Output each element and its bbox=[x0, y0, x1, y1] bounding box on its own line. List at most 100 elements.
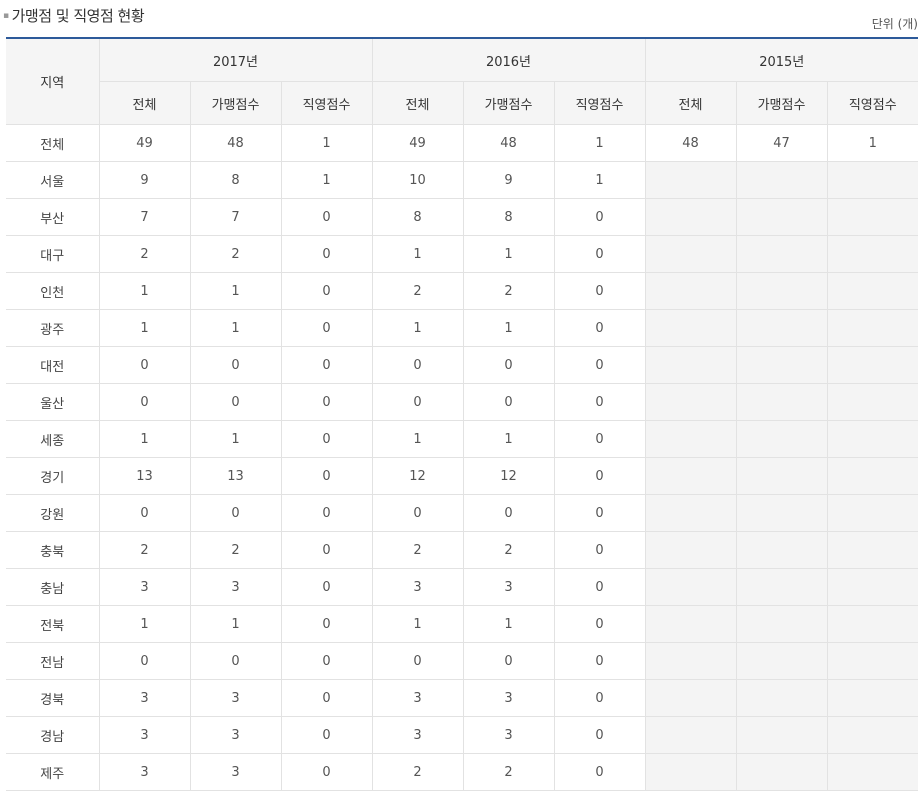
value-cell: 0 bbox=[553, 383, 646, 421]
value-cell bbox=[644, 753, 737, 791]
value-cell: 12 bbox=[371, 457, 464, 495]
sub-header: 전체 bbox=[99, 81, 191, 125]
value-cell bbox=[644, 161, 737, 199]
value-cell: 0 bbox=[280, 531, 373, 569]
value-cell: 3 bbox=[98, 679, 191, 717]
value-cell: 0 bbox=[280, 716, 373, 754]
value-cell: 0 bbox=[98, 383, 191, 421]
sub-header: 직영점수 bbox=[280, 81, 373, 125]
value-cell bbox=[735, 420, 828, 458]
value-cell: 0 bbox=[280, 272, 373, 310]
page-title-text: 가맹점 및 직영점 현황 bbox=[11, 7, 145, 25]
value-cell: 0 bbox=[189, 642, 282, 680]
value-cell: 3 bbox=[98, 568, 191, 606]
region-cell: 경기 bbox=[6, 457, 100, 495]
table-row: 세종 1 1 0 1 1 0 bbox=[6, 420, 918, 458]
table-row: 인천 1 1 0 2 2 0 bbox=[6, 272, 918, 310]
value-cell: 1 bbox=[189, 420, 282, 458]
region-cell: 전북 bbox=[6, 605, 100, 643]
table-row: 경기 13 13 0 12 12 0 bbox=[6, 457, 918, 495]
value-cell bbox=[735, 346, 828, 384]
value-cell: 1 bbox=[280, 161, 373, 199]
value-cell bbox=[644, 383, 737, 421]
table-row: 충북 2 2 0 2 2 0 bbox=[6, 531, 918, 569]
table-row: 전남 0 0 0 0 0 0 bbox=[6, 642, 918, 680]
value-cell: 1 bbox=[371, 420, 464, 458]
year-header-row: 지역 2017년 2016년 2015년 bbox=[6, 37, 918, 125]
value-cell: 0 bbox=[462, 642, 555, 680]
region-cell: 서울 bbox=[6, 161, 100, 199]
value-cell bbox=[826, 235, 918, 273]
value-cell: 9 bbox=[462, 161, 555, 199]
value-cell: 13 bbox=[189, 457, 282, 495]
value-cell: 10 bbox=[371, 161, 464, 199]
value-cell: 47 bbox=[735, 124, 828, 162]
value-cell: 2 bbox=[371, 531, 464, 569]
value-cell: 8 bbox=[189, 161, 282, 199]
value-cell bbox=[735, 383, 828, 421]
value-cell: 0 bbox=[280, 346, 373, 384]
value-cell bbox=[826, 272, 918, 310]
year-header-2015: 2015년 bbox=[644, 37, 918, 82]
value-cell: 0 bbox=[280, 494, 373, 532]
value-cell: 8 bbox=[371, 198, 464, 236]
value-cell: 0 bbox=[462, 383, 555, 421]
value-cell: 0 bbox=[462, 494, 555, 532]
value-cell: 0 bbox=[553, 309, 646, 347]
value-cell bbox=[826, 383, 918, 421]
value-cell bbox=[644, 494, 737, 532]
table-row: 전북 1 1 0 1 1 0 bbox=[6, 605, 918, 643]
value-cell: 2 bbox=[371, 753, 464, 791]
value-cell: 1 bbox=[553, 161, 646, 199]
value-cell: 3 bbox=[189, 716, 282, 754]
value-cell bbox=[826, 679, 918, 717]
value-cell bbox=[826, 161, 918, 199]
value-cell: 0 bbox=[189, 383, 282, 421]
value-cell: 0 bbox=[280, 642, 373, 680]
value-cell bbox=[735, 272, 828, 310]
value-cell bbox=[644, 679, 737, 717]
value-cell: 49 bbox=[98, 124, 191, 162]
value-cell bbox=[735, 457, 828, 495]
table-row: 대전 0 0 0 0 0 0 bbox=[6, 346, 918, 384]
value-cell bbox=[735, 198, 828, 236]
value-cell bbox=[826, 494, 918, 532]
value-cell: 48 bbox=[189, 124, 282, 162]
value-cell: 3 bbox=[462, 716, 555, 754]
value-cell: 2 bbox=[462, 753, 555, 791]
value-cell bbox=[826, 642, 918, 680]
table-row: 경북 3 3 0 3 3 0 bbox=[6, 679, 918, 717]
value-cell: 1 bbox=[189, 605, 282, 643]
value-cell: 0 bbox=[280, 235, 373, 273]
value-cell: 12 bbox=[462, 457, 555, 495]
value-cell: 0 bbox=[280, 198, 373, 236]
value-cell bbox=[735, 161, 828, 199]
value-cell bbox=[644, 457, 737, 495]
region-cell: 전남 bbox=[6, 642, 100, 680]
value-cell bbox=[644, 568, 737, 606]
value-cell bbox=[644, 272, 737, 310]
table-row: 서울 9 8 1 10 9 1 bbox=[6, 161, 918, 199]
value-cell: 7 bbox=[98, 198, 191, 236]
region-cell: 경남 bbox=[6, 716, 100, 754]
value-cell: 1 bbox=[98, 309, 191, 347]
value-cell: 3 bbox=[371, 679, 464, 717]
value-cell: 49 bbox=[371, 124, 464, 162]
sub-header: 직영점수 bbox=[553, 81, 646, 125]
value-cell bbox=[644, 198, 737, 236]
value-cell bbox=[644, 346, 737, 384]
value-cell: 2 bbox=[462, 531, 555, 569]
value-cell: 0 bbox=[280, 605, 373, 643]
value-cell: 1 bbox=[371, 235, 464, 273]
value-cell: 0 bbox=[189, 494, 282, 532]
table-row: 충남 3 3 0 3 3 0 bbox=[6, 568, 918, 606]
value-cell bbox=[826, 531, 918, 569]
value-cell: 1 bbox=[462, 309, 555, 347]
value-cell bbox=[735, 494, 828, 532]
value-cell: 0 bbox=[371, 346, 464, 384]
value-cell: 3 bbox=[98, 753, 191, 791]
sub-header: 전체 bbox=[644, 81, 737, 125]
region-cell: 울산 bbox=[6, 383, 100, 421]
value-cell bbox=[735, 235, 828, 273]
value-cell: 1 bbox=[553, 124, 646, 162]
